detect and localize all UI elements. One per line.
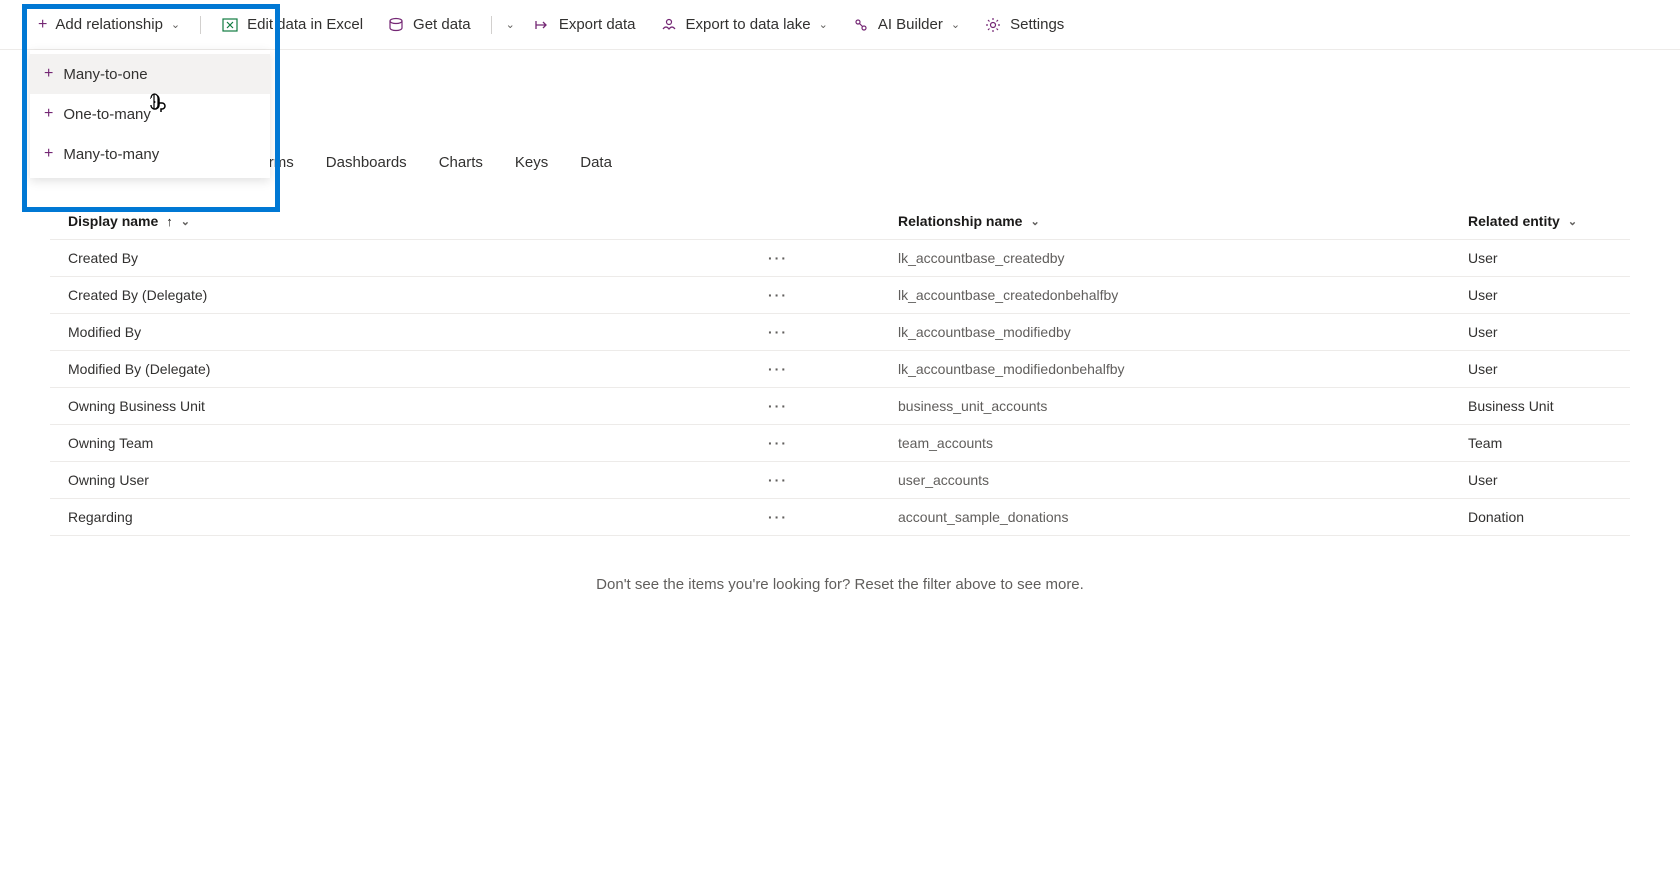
menu-many-to-many-label: Many-to-many [63, 146, 159, 163]
chevron-down-icon: ⌄ [1030, 215, 1039, 228]
more-icon[interactable]: ··· [768, 435, 898, 451]
chevron-down-icon: ⌄ [1568, 215, 1577, 228]
ai-builder-button[interactable]: AI Builder ⌄ [842, 10, 970, 40]
get-data-button[interactable]: Get data [377, 10, 481, 40]
add-relationship-button[interactable]: + Add relationship ⌄ [28, 10, 190, 40]
cell-relationship: lk_accountbase_createdby [898, 250, 1468, 266]
sort-asc-icon: ↑ [166, 214, 173, 229]
add-relationship-menu: + Many-to-one + One-to-many + Many-to-ma… [30, 50, 270, 178]
cell-relationship: lk_accountbase_modifiedby [898, 324, 1468, 340]
tab-data[interactable]: Data [580, 154, 612, 179]
cell-display: Owning User [68, 472, 768, 488]
cell-display: Modified By [68, 324, 768, 340]
more-icon[interactable]: ··· [768, 287, 898, 303]
ai-icon [852, 16, 870, 34]
col-relationship-name-label: Relationship name [898, 213, 1022, 229]
cell-display: Modified By (Delegate) [68, 361, 768, 377]
table-row[interactable]: Modified By ··· lk_accountbase_modifiedb… [50, 314, 1630, 351]
table-row[interactable]: Owning Business Unit ··· business_unit_a… [50, 388, 1630, 425]
cell-relationship: business_unit_accounts [898, 398, 1468, 414]
cell-entity: User [1468, 287, 1612, 303]
cell-entity: Donation [1468, 509, 1612, 525]
table-row[interactable]: Owning Team ··· team_accounts Team [50, 425, 1630, 462]
cell-relationship: account_sample_donations [898, 509, 1468, 525]
database-icon [387, 16, 405, 34]
ai-builder-label: AI Builder [878, 16, 943, 33]
chevron-down-icon: ⌄ [819, 18, 828, 31]
tab-charts[interactable]: Charts [439, 154, 483, 179]
plus-icon: + [38, 16, 47, 34]
settings-button[interactable]: Settings [974, 10, 1074, 40]
col-display-name[interactable]: Display name ↑ ⌄ [68, 213, 768, 229]
cell-display: Owning Business Unit [68, 398, 768, 414]
get-data-dropdown[interactable]: ⌄ [502, 12, 519, 37]
add-relationship-label: Add relationship [55, 16, 163, 33]
table-row[interactable]: Created By (Delegate) ··· lk_accountbase… [50, 277, 1630, 314]
more-icon[interactable]: ··· [768, 324, 898, 340]
chevron-down-icon: ⌄ [171, 18, 180, 31]
separator [491, 16, 492, 34]
edit-excel-label: Edit data in Excel [247, 16, 363, 33]
cell-entity: User [1468, 324, 1612, 340]
menu-one-to-many-label: One-to-many [63, 106, 151, 123]
col-relationship-name[interactable]: Relationship name ⌄ [898, 213, 1468, 229]
export-data-label: Export data [559, 16, 636, 33]
settings-label: Settings [1010, 16, 1064, 33]
export-lake-label: Export to data lake [686, 16, 811, 33]
cell-display: Owning Team [68, 435, 768, 451]
export-data-button[interactable]: Export data [523, 10, 646, 40]
table-row[interactable]: Regarding ··· account_sample_donations D… [50, 499, 1630, 536]
get-data-label: Get data [413, 16, 471, 33]
more-icon[interactable]: ··· [768, 361, 898, 377]
cell-entity: User [1468, 250, 1612, 266]
col-display-name-label: Display name [68, 213, 158, 229]
lake-icon [660, 16, 678, 34]
more-icon[interactable]: ··· [768, 398, 898, 414]
export-icon [533, 16, 551, 34]
tab-dashboards[interactable]: Dashboards [326, 154, 407, 179]
menu-one-to-many[interactable]: + One-to-many [30, 94, 270, 134]
excel-icon [221, 16, 239, 34]
menu-many-to-many[interactable]: + Many-to-many [30, 134, 270, 174]
cell-entity: User [1468, 472, 1612, 488]
separator [200, 16, 201, 34]
col-related-entity[interactable]: Related entity ⌄ [1468, 213, 1612, 229]
chevron-down-icon: ⌄ [951, 18, 960, 31]
cell-relationship: user_accounts [898, 472, 1468, 488]
plus-icon: + [44, 65, 53, 83]
plus-icon: + [44, 105, 53, 123]
more-icon[interactable]: ··· [768, 509, 898, 525]
table-row[interactable]: Modified By (Delegate) ··· lk_accountbas… [50, 351, 1630, 388]
cell-entity: User [1468, 361, 1612, 377]
menu-many-to-one-label: Many-to-one [63, 66, 147, 83]
table-row[interactable]: Created By ··· lk_accountbase_createdby … [50, 240, 1630, 277]
menu-many-to-one[interactable]: + Many-to-one [30, 54, 270, 94]
cell-display: Regarding [68, 509, 768, 525]
more-icon[interactable]: ··· [768, 472, 898, 488]
relationships-table: Display name ↑ ⌄ Relationship name ⌄ Rel… [0, 203, 1680, 536]
col-related-entity-label: Related entity [1468, 213, 1560, 229]
cell-entity: Business Unit [1468, 398, 1612, 414]
table-header: Display name ↑ ⌄ Relationship name ⌄ Rel… [50, 203, 1630, 240]
plus-icon: + [44, 145, 53, 163]
cell-display: Created By [68, 250, 768, 266]
empty-hint: Don't see the items you're looking for? … [0, 576, 1680, 593]
cell-relationship: lk_accountbase_createdonbehalfby [898, 287, 1468, 303]
edit-excel-button[interactable]: Edit data in Excel [211, 10, 373, 40]
gear-icon [984, 16, 1002, 34]
cell-relationship: lk_accountbase_modifiedonbehalfby [898, 361, 1468, 377]
more-icon[interactable]: ··· [768, 250, 898, 266]
cell-display: Created By (Delegate) [68, 287, 768, 303]
tab-keys[interactable]: Keys [515, 154, 548, 179]
cell-relationship: team_accounts [898, 435, 1468, 451]
cell-entity: Team [1468, 435, 1612, 451]
table-row[interactable]: Owning User ··· user_accounts User [50, 462, 1630, 499]
export-lake-button[interactable]: Export to data lake ⌄ [650, 10, 838, 40]
chevron-down-icon: ⌄ [506, 18, 515, 31]
toolbar: + Add relationship ⌄ Edit data in Excel … [0, 0, 1680, 50]
chevron-down-icon: ⌄ [181, 215, 190, 228]
